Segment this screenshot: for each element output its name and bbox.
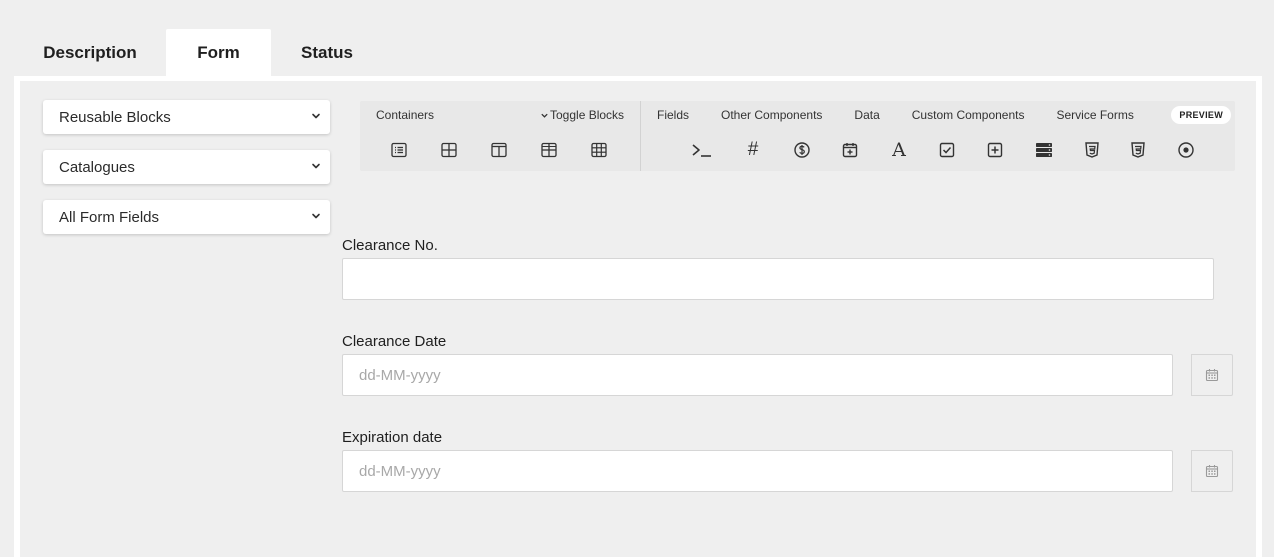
chevron-down-icon <box>541 113 548 118</box>
tab-status[interactable]: Status <box>271 29 383 76</box>
containers-group: Containers Toggle Blocks <box>360 101 641 171</box>
main-tabs: Description Form Status <box>14 29 383 76</box>
tab-service-forms[interactable]: Service Forms <box>1040 101 1149 129</box>
table-icon[interactable] <box>438 139 460 161</box>
preview-button[interactable]: PREVIEW <box>1171 106 1231 124</box>
containers-label[interactable]: Containers <box>376 108 434 122</box>
clearance-date-calendar-button[interactable] <box>1191 354 1233 396</box>
list-panel-icon[interactable] <box>388 139 410 161</box>
all-form-fields-select-value: All Form Fields <box>59 208 160 226</box>
clearance-date-input[interactable] <box>343 355 1172 395</box>
select-boxes-icon[interactable] <box>1033 139 1055 161</box>
tab-fields[interactable]: Fields <box>641 101 706 129</box>
select-icon[interactable] <box>984 139 1006 161</box>
data-grid-icon[interactable] <box>588 139 610 161</box>
reusable-blocks-select[interactable]: Reusable Blocks <box>43 100 330 134</box>
number-icon[interactable]: # <box>742 139 764 161</box>
tab-form[interactable]: Form <box>166 29 271 76</box>
clearance-date-label: Clearance Date <box>342 333 447 350</box>
radio-icon[interactable] <box>1175 139 1197 161</box>
html-icon-2[interactable] <box>1127 139 1149 161</box>
expiration-date-field[interactable] <box>342 450 1173 492</box>
all-form-fields-select[interactable]: All Form Fields <box>43 200 330 234</box>
expiration-date-input[interactable] <box>343 451 1172 491</box>
chevron-down-icon <box>312 213 320 219</box>
tab-custom-components[interactable]: Custom Components <box>896 101 1041 129</box>
toggle-blocks-label: Toggle Blocks <box>550 108 625 122</box>
grid-icon[interactable] <box>538 139 560 161</box>
textarea-icon[interactable]: A <box>888 139 910 161</box>
number-glyph: # <box>747 139 759 160</box>
calendar-icon <box>1205 465 1219 478</box>
tab-data[interactable]: Data <box>838 101 895 129</box>
reusable-blocks-select-value: Reusable Blocks <box>59 108 171 126</box>
expiration-date-label: Expiration date <box>342 429 443 446</box>
checkbox-icon[interactable] <box>936 139 958 161</box>
chevron-down-icon <box>312 163 320 169</box>
columns-icon[interactable] <box>488 139 510 161</box>
datetime-icon[interactable] <box>839 139 861 161</box>
catalogues-select-value: Catalogues <box>59 158 135 176</box>
chevron-down-icon <box>312 113 320 119</box>
tab-other-components[interactable]: Other Components <box>705 101 838 129</box>
component-tabs: Fields Other Components Data Custom Comp… <box>641 101 1150 129</box>
calendar-icon <box>1205 369 1219 382</box>
clearance-date-field[interactable] <box>342 354 1173 396</box>
expiration-date-calendar-button[interactable] <box>1191 450 1233 492</box>
catalogues-select[interactable]: Catalogues <box>43 150 330 184</box>
clearance-no-input[interactable] <box>343 259 1213 299</box>
clearance-no-label: Clearance No. <box>342 237 438 254</box>
clearance-no-field[interactable] <box>342 258 1214 300</box>
textarea-glyph: A <box>892 139 906 161</box>
html-icon[interactable] <box>1081 139 1103 161</box>
textfield-icon[interactable] <box>691 139 713 161</box>
tab-description[interactable]: Description <box>14 29 166 76</box>
component-toolbar: Containers Toggle Blocks Fields Other Co… <box>360 101 1235 171</box>
currency-icon[interactable] <box>791 139 813 161</box>
toggle-blocks-button[interactable]: Toggle Blocks <box>540 108 624 122</box>
